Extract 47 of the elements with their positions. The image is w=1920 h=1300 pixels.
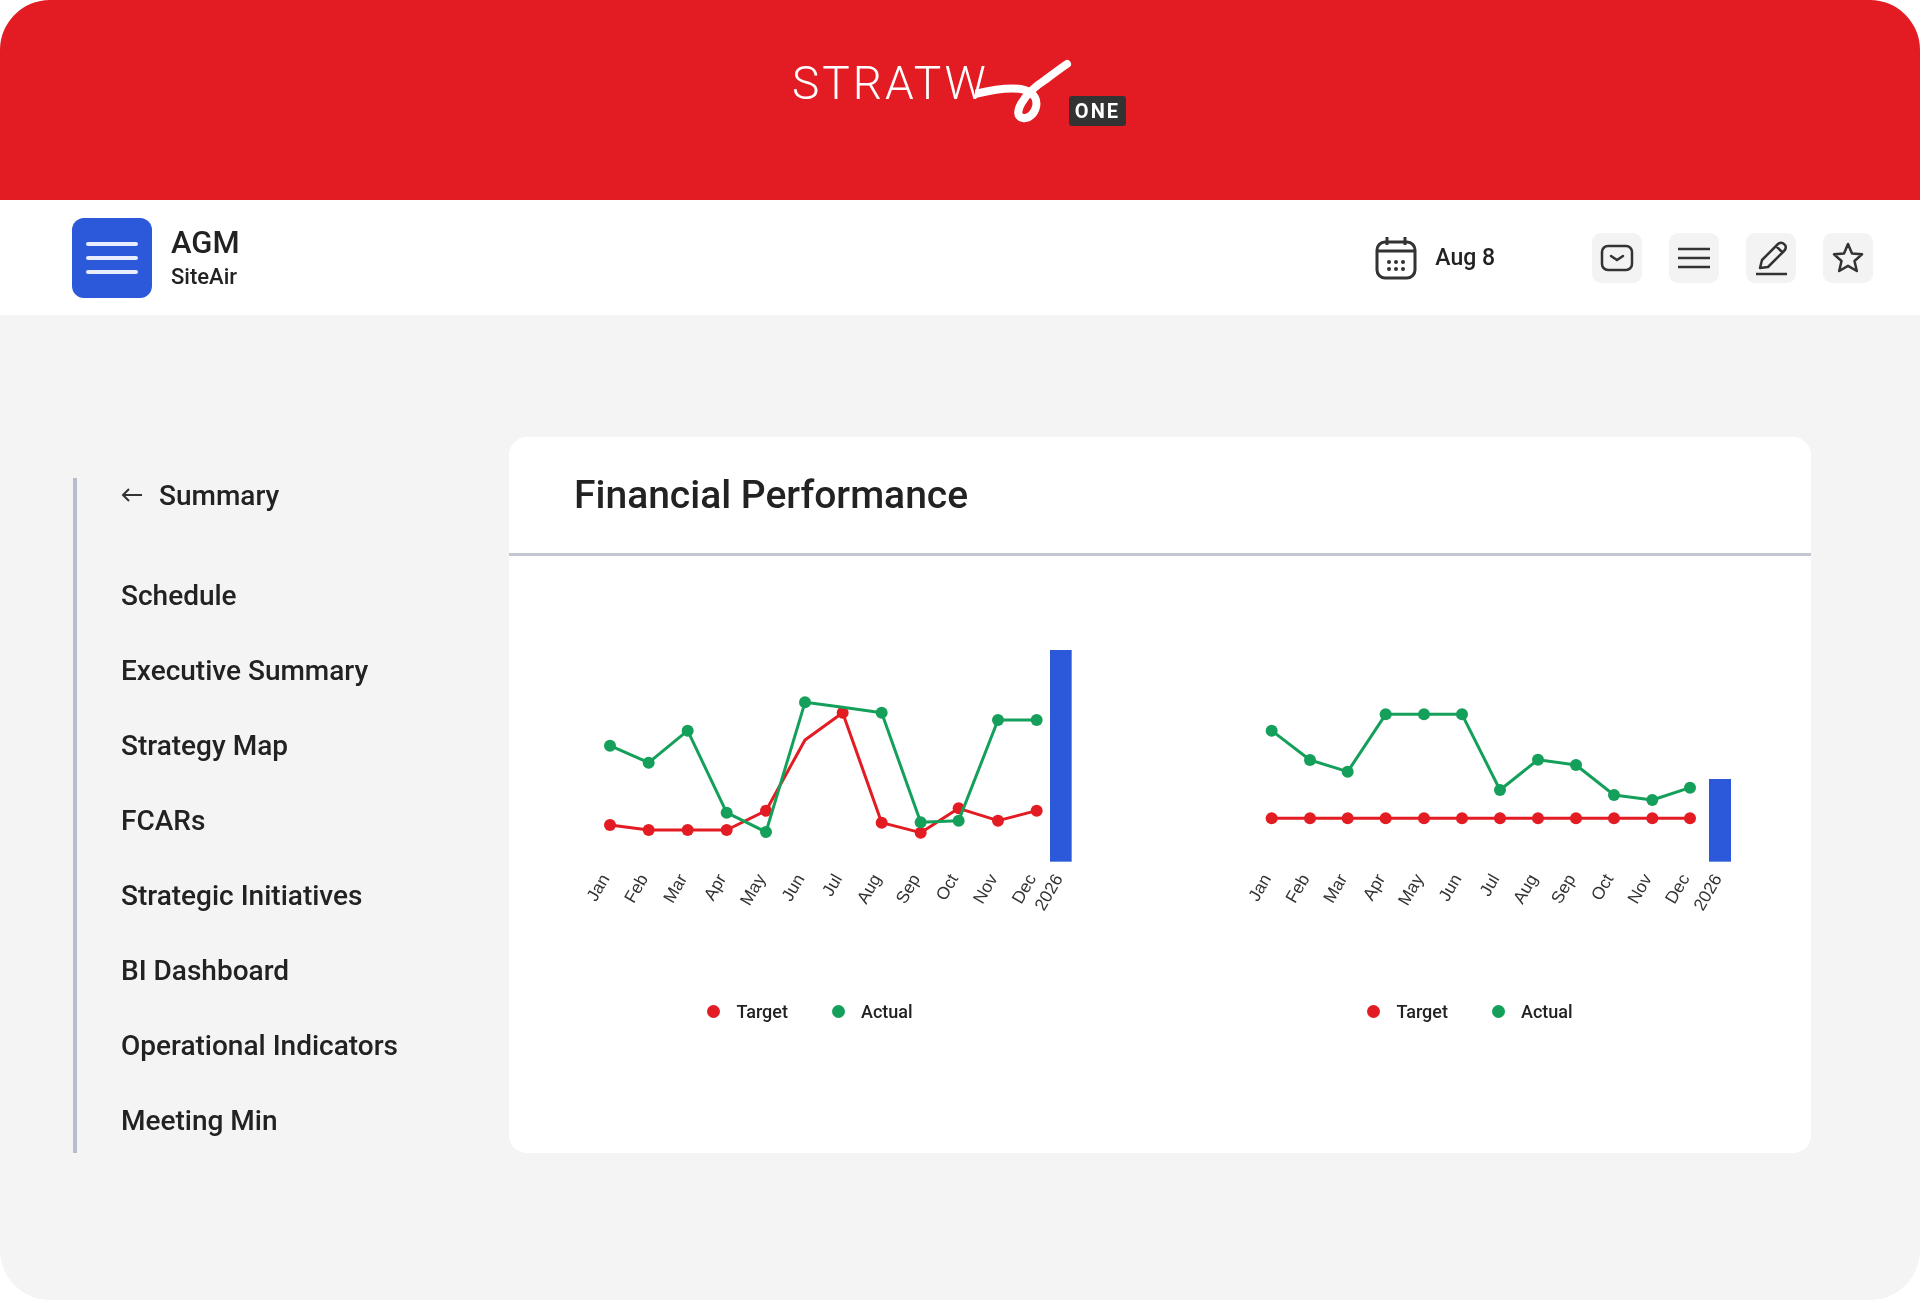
menu-button[interactable] bbox=[1669, 232, 1719, 283]
axis-label: Oct bbox=[1586, 870, 1618, 904]
axis-label: Sep bbox=[891, 870, 925, 908]
nav-item[interactable]: BI Dashboard bbox=[121, 951, 290, 991]
inbox-icon bbox=[1600, 243, 1634, 272]
pencil-icon bbox=[1754, 239, 1788, 276]
axis-label: Oct bbox=[931, 870, 963, 904]
axis-label: Mar bbox=[1318, 870, 1352, 907]
axis-label: Feb bbox=[619, 870, 653, 907]
edit-button[interactable] bbox=[1746, 232, 1796, 283]
back-arrow-icon[interactable] bbox=[121, 487, 143, 503]
star-icon bbox=[1831, 240, 1865, 275]
favorite-button[interactable] bbox=[1823, 232, 1873, 283]
inbox-button[interactable] bbox=[1592, 232, 1642, 283]
axis-label: Sep bbox=[1546, 870, 1580, 908]
legend-label: Actual bbox=[1520, 1001, 1573, 1022]
menu-icon bbox=[1677, 246, 1711, 269]
date-label: Aug 8 bbox=[1435, 244, 1495, 271]
logo-badge: ONE bbox=[1068, 96, 1126, 126]
axis-label: Jan bbox=[1243, 870, 1276, 905]
menu-button[interactable] bbox=[72, 217, 152, 298]
nav-item[interactable]: Executive Summary bbox=[121, 651, 369, 691]
axis-label: Jun bbox=[1434, 870, 1466, 905]
axis-label: Jan bbox=[582, 870, 614, 905]
legend-label: Target bbox=[736, 1001, 788, 1022]
axis-label: Feb bbox=[1281, 870, 1314, 907]
legend-label: Actual bbox=[860, 1001, 913, 1022]
axis-label: Jun bbox=[777, 870, 809, 905]
axis-label: Apr bbox=[699, 870, 731, 904]
nav-item[interactable]: Operational Indicators bbox=[121, 1026, 398, 1066]
axis-label: Mar bbox=[658, 870, 692, 907]
logo-wordmark: STRATW bbox=[792, 60, 989, 106]
nav-item[interactable]: Strategic Initiatives bbox=[121, 876, 363, 916]
calendar-icon bbox=[1375, 235, 1418, 280]
app-title: AGM bbox=[171, 223, 240, 262]
axis-label: Jul bbox=[817, 870, 847, 900]
nav-item[interactable]: Schedule bbox=[121, 576, 237, 616]
axis-label: Dec bbox=[1660, 870, 1694, 908]
legend-label: Target bbox=[1396, 1001, 1448, 1022]
nav-item[interactable]: FCARs bbox=[121, 801, 206, 841]
axis-label: Apr bbox=[1358, 870, 1390, 904]
nav-item[interactable]: Meeting Min bbox=[121, 1101, 278, 1141]
app-subtitle: SiteAir bbox=[171, 262, 238, 291]
axis-label: Jul bbox=[1475, 870, 1504, 900]
nav-item[interactable]: Strategy Map bbox=[121, 726, 288, 766]
card-title: Financial Performance bbox=[574, 472, 969, 518]
back-link[interactable]: Summary bbox=[159, 478, 280, 512]
